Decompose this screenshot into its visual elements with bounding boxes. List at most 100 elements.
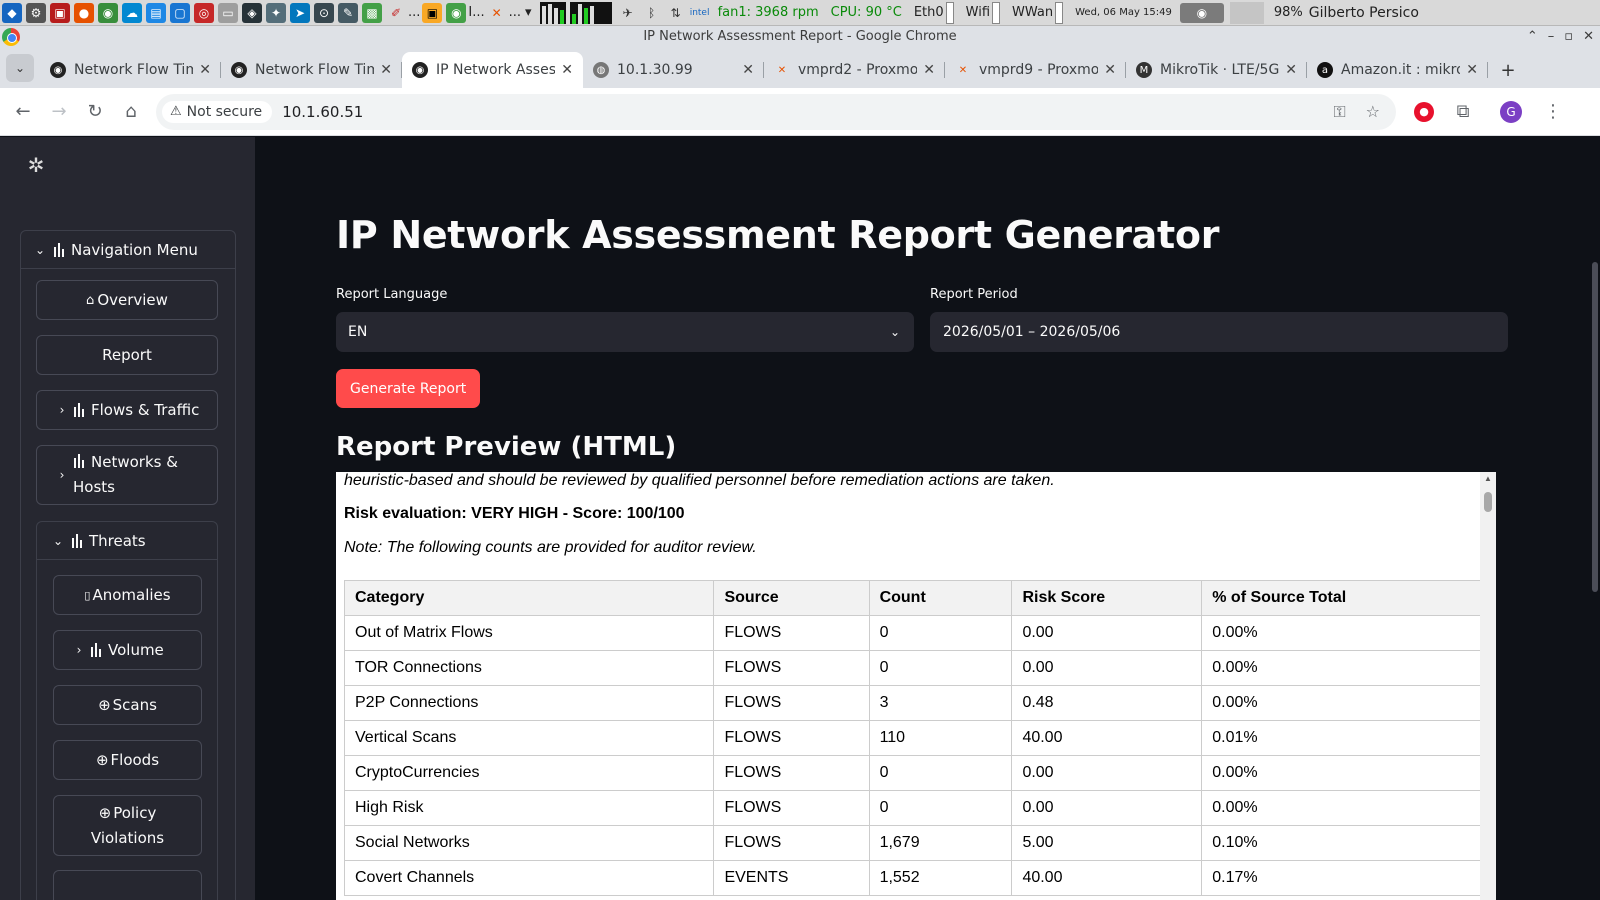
window-title: IP Network Assessment Report - Google Ch… bbox=[643, 29, 957, 44]
table-cell: 1,552 bbox=[868, 860, 1013, 896]
volume-expander[interactable]: › Volume bbox=[53, 630, 202, 670]
window-label-1[interactable]: I... bbox=[468, 5, 484, 20]
transfer-icon[interactable]: ⇅ bbox=[666, 3, 686, 23]
close-tab-icon[interactable]: ✕ bbox=[561, 62, 573, 78]
window-up-icon[interactable]: ⌃ bbox=[1527, 26, 1538, 48]
flows-traffic-expander[interactable]: › Flows & Traffic bbox=[36, 390, 218, 430]
settings-icon[interactable]: ⚙ bbox=[26, 2, 46, 23]
panel-dropdown-icon[interactable]: ▾ bbox=[525, 5, 532, 20]
navigation-menu-label: Navigation Menu bbox=[71, 240, 198, 259]
extensions-puzzle-icon[interactable]: ⧉ bbox=[1446, 95, 1480, 129]
keepass-icon[interactable]: ⊙ bbox=[314, 2, 334, 23]
bookmark-star-icon[interactable]: ☆ bbox=[1366, 102, 1380, 121]
url-text[interactable]: 10.1.60.51 bbox=[282, 103, 1323, 121]
close-tab-icon[interactable]: ✕ bbox=[742, 62, 754, 78]
new-tab-button[interactable]: + bbox=[1494, 56, 1522, 84]
adblock-extension-icon[interactable]: ● bbox=[1414, 101, 1434, 122]
browser-tab[interactable]: ◉ IP Network Asses ✕ bbox=[402, 52, 583, 88]
close-tab-icon[interactable]: ✕ bbox=[1285, 62, 1297, 78]
browser-tab[interactable]: a Amazon.it : mikro ✕ bbox=[1307, 52, 1488, 88]
user-name[interactable]: Gilberto Persico bbox=[1309, 5, 1419, 21]
page-scrollbar[interactable] bbox=[1592, 262, 1598, 592]
address-bar[interactable]: ⚠ Not secure 10.1.60.51 ⚿ ☆ bbox=[156, 93, 1396, 130]
floods-button[interactable]: ⊕ Floods bbox=[53, 740, 202, 780]
close-tab-icon[interactable]: ✕ bbox=[1466, 62, 1478, 78]
table-row: TOR Connections FLOWS 0 0.00 0.00% bbox=[343, 650, 1486, 686]
profile-avatar[interactable]: G bbox=[1500, 100, 1522, 123]
close-tab-icon[interactable]: ✕ bbox=[380, 62, 392, 78]
forward-arrow-icon[interactable]: → bbox=[42, 95, 76, 129]
notes-icon[interactable]: ✎ bbox=[338, 2, 358, 23]
report-language-select[interactable]: EN ⌄ bbox=[336, 312, 914, 352]
record-icon[interactable]: ◎ bbox=[194, 2, 214, 23]
security-chip[interactable]: ⚠ Not secure bbox=[162, 100, 273, 123]
telegram-icon[interactable]: ➤ bbox=[290, 2, 310, 23]
report-button[interactable]: Report bbox=[36, 335, 218, 375]
close-tab-icon[interactable]: ✕ bbox=[1104, 62, 1116, 78]
scroll-thumb[interactable] bbox=[1484, 492, 1492, 512]
browser-tab[interactable]: M MikroTik · LTE/5G ✕ bbox=[1126, 52, 1307, 88]
clock[interactable]: Wed, 06 May 15:49 bbox=[1075, 7, 1172, 18]
browser-tab[interactable]: ✕ vmprd2 - Proxmo ✕ bbox=[764, 52, 945, 88]
home-icon[interactable]: ⌂ bbox=[114, 95, 148, 129]
report-period-input[interactable]: 2026/05/01 – 2026/05/06 bbox=[930, 312, 1508, 352]
browser-tab[interactable]: ◉ Network Flow Tim ✕ bbox=[40, 52, 221, 88]
window-titlebar[interactable]: IP Network Assessment Report - Google Ch… bbox=[0, 26, 1600, 48]
chrome-window-icon[interactable]: ◉ bbox=[446, 2, 467, 23]
files-icon[interactable]: ▢ bbox=[170, 2, 190, 23]
volume-icon[interactable] bbox=[1229, 1, 1264, 24]
close-window-icon[interactable]: ✕ bbox=[1583, 26, 1594, 48]
vpn-icon[interactable]: ◈ bbox=[242, 2, 262, 23]
maximize-icon[interactable]: ▫ bbox=[1564, 26, 1573, 48]
battery-level: 98% bbox=[1273, 5, 1303, 20]
table-cell: EVENTS bbox=[713, 860, 870, 896]
networks-hosts-expander[interactable]: › Networks & Hosts bbox=[36, 445, 218, 505]
minimize-icon[interactable]: – bbox=[1548, 26, 1555, 48]
image-icon[interactable]: ▩ bbox=[362, 2, 382, 23]
document-icon[interactable]: ▭ bbox=[218, 2, 238, 23]
network-applet-icon[interactable]: ✈ bbox=[618, 3, 638, 23]
amazon-icon: a bbox=[1317, 62, 1333, 78]
report-preview-frame[interactable]: heuristic-based and should be reviewed b… bbox=[336, 472, 1496, 900]
browser-tab[interactable]: ✕ vmprd9 - Proxmo ✕ bbox=[945, 52, 1126, 88]
preview-scrollbar[interactable]: ▲ bbox=[1480, 472, 1496, 900]
anomalies-button[interactable]: ▯ Anomalies bbox=[53, 575, 202, 615]
scroll-up-icon[interactable]: ▲ bbox=[1484, 474, 1492, 483]
next-nav-button[interactable] bbox=[53, 870, 202, 900]
window-label-2[interactable]: ... bbox=[509, 5, 521, 20]
generate-report-button[interactable]: Generate Report bbox=[336, 369, 481, 408]
browser-tab[interactable]: ◉ Network Flow Tim ✕ bbox=[221, 52, 402, 88]
notes-app-icon[interactable]: ▣ bbox=[422, 2, 443, 23]
overview-button[interactable]: ⌂ Overview bbox=[36, 280, 218, 320]
threats-header[interactable]: ⌄ Threats bbox=[37, 522, 217, 560]
chrome-tray-icon[interactable]: ◉ bbox=[1179, 2, 1224, 23]
cloud-icon[interactable]: ☁ bbox=[122, 2, 142, 23]
network-tool-icon[interactable]: ✦ bbox=[266, 2, 286, 23]
back-arrow-icon[interactable]: ← bbox=[6, 95, 40, 129]
scans-button[interactable]: ⊕ Scans bbox=[53, 685, 202, 725]
policy-violations-button[interactable]: ⊕ Policy Violations bbox=[53, 795, 202, 856]
bar-chart-icon bbox=[90, 643, 104, 657]
chrome-menu-icon[interactable]: ⋮ bbox=[1536, 95, 1570, 129]
proxmox-window-icon[interactable]: ✕ bbox=[487, 3, 507, 23]
key-icon[interactable]: ⚿ bbox=[1333, 102, 1345, 122]
terminal-icon[interactable]: ▣ bbox=[50, 2, 70, 23]
close-tab-icon[interactable]: ✕ bbox=[199, 62, 211, 78]
pen-icon[interactable]: ✐ bbox=[386, 3, 406, 23]
table-body: Out of Matrix Flows FLOWS 0 0.00 0.00% TOR Co… bbox=[343, 615, 1486, 896]
tab-search-chevron-icon[interactable]: ⌄ bbox=[6, 54, 34, 82]
navigation-menu-header[interactable]: ⌄ Navigation Menu bbox=[21, 231, 235, 269]
bluetooth-icon[interactable]: ᛒ bbox=[642, 3, 662, 23]
globe-icon: ⊕ bbox=[98, 803, 112, 822]
reload-icon[interactable]: ↻ bbox=[78, 95, 112, 129]
launcher-overflow[interactable]: ... bbox=[408, 5, 420, 20]
launcher-icon[interactable]: ◆ bbox=[2, 2, 22, 23]
firefox-icon[interactable]: ● bbox=[74, 2, 94, 23]
browser-tab[interactable]: ◍ 10.1.30.99 ✕ bbox=[583, 52, 764, 88]
tab-title: Network Flow Tim bbox=[255, 62, 375, 78]
risk-evaluation: Risk evaluation: VERY HIGH - Score: 100/… bbox=[344, 505, 685, 522]
chrome-icon[interactable]: ◉ bbox=[98, 2, 118, 23]
editor-icon[interactable]: ▤ bbox=[146, 2, 166, 23]
close-tab-icon[interactable]: ✕ bbox=[923, 62, 935, 78]
tab-title: Amazon.it : mikro bbox=[1341, 62, 1461, 78]
